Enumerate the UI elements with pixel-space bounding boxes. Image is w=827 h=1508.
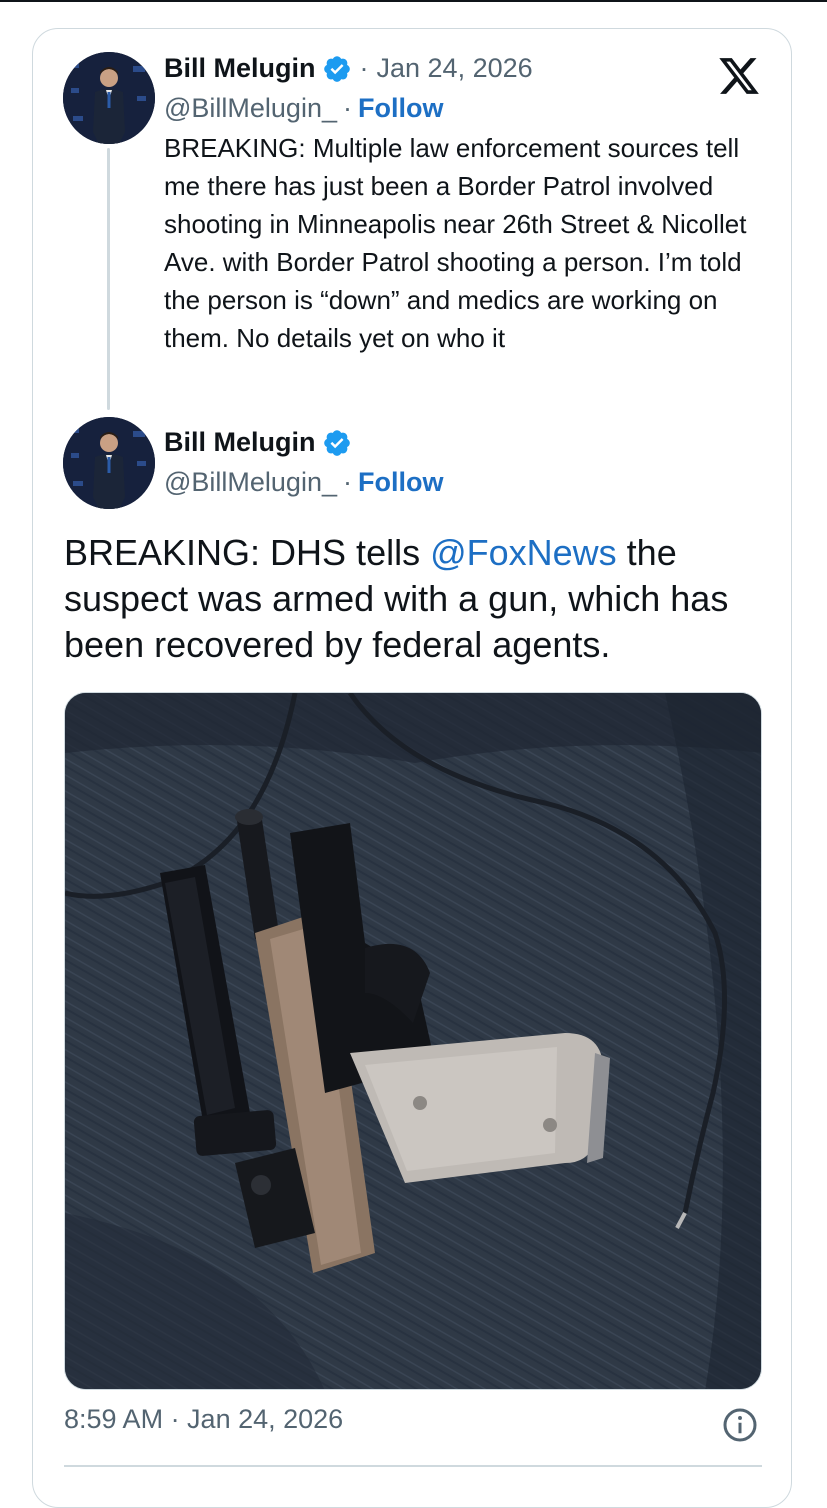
follow-button[interactable]: Follow xyxy=(358,93,443,124)
verified-badge-icon xyxy=(323,429,350,456)
tweet-date[interactable]: Jan 24, 2026 xyxy=(377,53,533,84)
separator-dot: · xyxy=(359,53,369,83)
avatar-photo-icon xyxy=(63,417,155,509)
main-header: Bill Melugin xyxy=(164,427,352,458)
pistol-photo-icon xyxy=(65,693,761,1389)
x-logo-icon[interactable] xyxy=(716,54,762,98)
avatar[interactable] xyxy=(63,417,155,509)
quoted-tweet-text: BREAKING: Multiple law enforcement sourc… xyxy=(164,133,747,353)
tweet-text-part: BREAKING: DHS tells xyxy=(64,532,431,573)
author-name[interactable]: Bill Melugin xyxy=(164,427,316,458)
follow-button[interactable]: Follow xyxy=(358,467,443,498)
thread-connector-line xyxy=(107,148,110,410)
mention-link[interactable]: @FoxNews xyxy=(430,532,617,573)
top-divider xyxy=(0,0,827,2)
author-handle[interactable]: @BillMelugin_ xyxy=(164,93,337,124)
separator-dot: · xyxy=(342,467,352,497)
info-icon[interactable] xyxy=(722,1407,758,1443)
tweet-media-photo[interactable] xyxy=(64,692,762,1390)
avatar-photo-icon xyxy=(63,52,155,144)
quoted-header: Bill Melugin · Jan 24, 2026 xyxy=(164,53,533,84)
quoted-handle-row: @BillMelugin_ · Follow xyxy=(164,93,443,124)
avatar[interactable] xyxy=(63,52,155,144)
main-tweet-text: BREAKING: DHS tells @FoxNews the suspect… xyxy=(64,530,764,668)
verified-badge-icon xyxy=(323,55,350,82)
separator-dot: · xyxy=(342,93,352,123)
tweet-timestamp[interactable]: 8:59 AM · Jan 24, 2026 xyxy=(64,1404,343,1435)
author-handle[interactable]: @BillMelugin_ xyxy=(164,467,337,498)
author-name[interactable]: Bill Melugin xyxy=(164,53,316,84)
main-handle-row: @BillMelugin_ · Follow xyxy=(164,467,443,498)
footer-divider xyxy=(64,1465,762,1467)
